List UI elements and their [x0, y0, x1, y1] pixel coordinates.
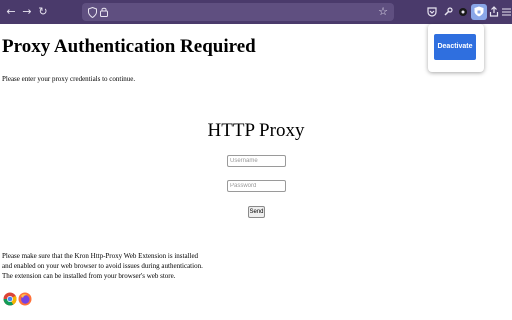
browser-toolbar: ← → ↻ ☆	[0, 0, 512, 24]
password-input[interactable]	[227, 180, 286, 192]
kron-proxy-extension-icon[interactable]	[471, 4, 487, 20]
note-line: Please make sure that the Kron Http-Prox…	[2, 252, 199, 260]
back-button[interactable]: ←	[3, 4, 19, 20]
wrench-icon[interactable]	[440, 4, 456, 20]
forward-button[interactable]: →	[19, 4, 35, 20]
send-button[interactable]: Send	[248, 206, 265, 218]
lock-icon[interactable]	[97, 4, 111, 20]
extension-popup: Deactivate	[428, 24, 484, 72]
deactivate-button[interactable]: Deactivate	[434, 34, 476, 60]
bookmark-star-icon[interactable]: ☆	[376, 4, 390, 20]
reload-button[interactable]: ↻	[35, 4, 51, 20]
page-title: Proxy Authentication Required	[2, 36, 256, 57]
intro-text: Please enter your proxy credentials to c…	[2, 75, 136, 83]
form-heading: HTTP Proxy	[207, 120, 305, 141]
firefox-icon[interactable]	[18, 292, 32, 306]
address-bar[interactable]: ☆	[82, 3, 394, 21]
extension-note: Please make sure that the Kron Http-Prox…	[2, 251, 203, 281]
note-line: The extension can be installed from your…	[2, 272, 176, 280]
note-line: and enabled on your web browser to avoid…	[2, 262, 203, 270]
menu-icon[interactable]	[498, 4, 512, 20]
gear-icon[interactable]	[455, 4, 471, 20]
chrome-icon[interactable]	[3, 292, 17, 306]
username-input[interactable]	[227, 155, 286, 167]
pocket-icon[interactable]	[424, 4, 440, 20]
